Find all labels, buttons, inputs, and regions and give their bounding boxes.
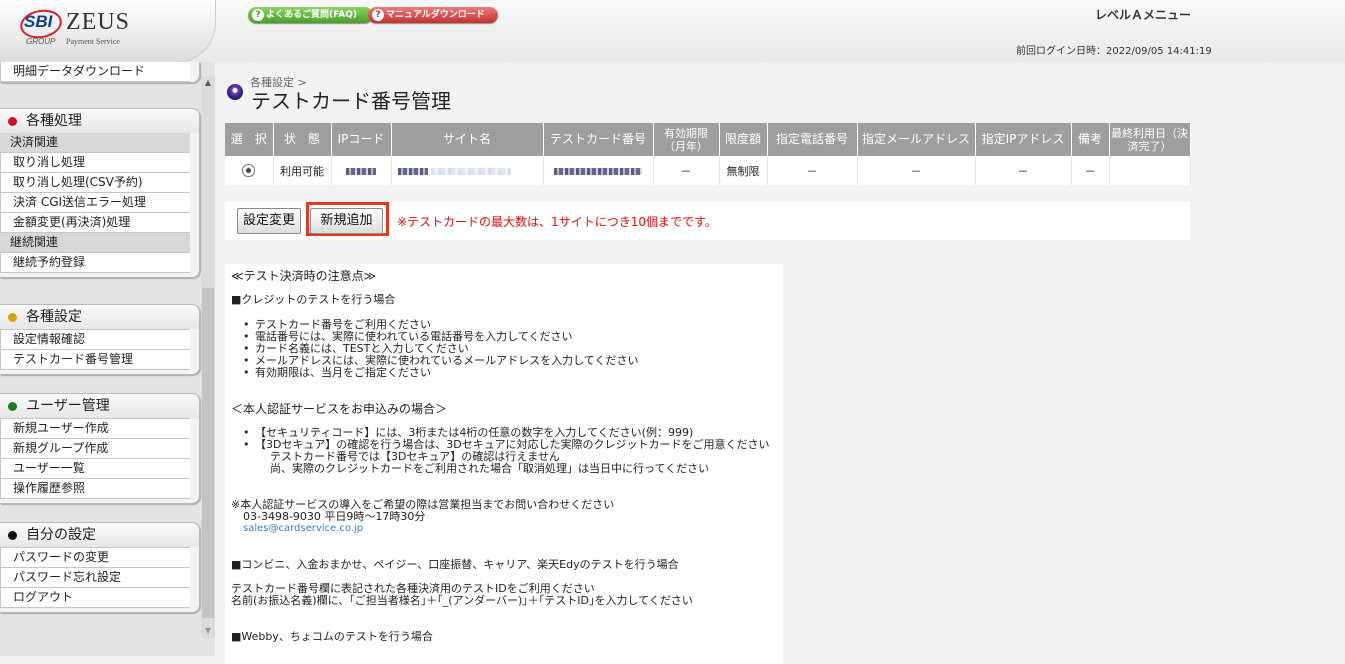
logo[interactable]: SBI ZEUS GROUP Payment Service xyxy=(0,0,216,63)
auth-title: ＜本人認証サービスをお申込みの場合＞ xyxy=(231,402,448,416)
question-icon: ? xyxy=(372,9,384,21)
add-new-button[interactable]: 新規追加 xyxy=(310,208,383,234)
contact-email-link[interactable]: sales@cardservice.co.jp xyxy=(243,523,363,535)
sidebar-item-amount-change[interactable]: 金額変更(再決済)処理 xyxy=(0,213,190,233)
col-email: 指定メールアドレス xyxy=(857,123,976,156)
level-menu-label: レベルＡメニュー xyxy=(1095,8,1192,22)
sidebar-item-statement-download[interactable]: 明細データダウンロード xyxy=(0,62,190,82)
cell-ip-code xyxy=(331,156,392,185)
notes-heading: ≪テスト決済時の注意点≫ xyxy=(231,269,377,283)
sidebar-section-title[interactable]: 各種設定 xyxy=(0,305,199,329)
sidebar-item-cancel[interactable]: 取り消し処理 xyxy=(0,153,190,173)
credit-item: 有効期限は、当月をご指定ください xyxy=(243,367,431,380)
sidebar-item-continuous-reservation[interactable]: 継続予約登録 xyxy=(0,253,190,273)
cell-limit: 無制限 xyxy=(719,156,768,185)
col-limit: 限度額 xyxy=(719,123,768,156)
sidebar-section-users: ユーザー管理 新規ユーザー作成 新規グループ作成 ユーザー一覧 操作履歴参照 xyxy=(0,393,200,504)
redacted-ip-code xyxy=(346,167,376,175)
sidebar-subheading-payment: 決済関連 xyxy=(0,133,190,153)
action-bar: 設定変更 新規追加 ※テストカードの最大数は、1サイトにつき10個までです。 xyxy=(225,202,1190,240)
sidebar-item-new-group[interactable]: 新規グループ作成 xyxy=(0,439,190,459)
test-card-table: 選 択 状 態 IPコード サイト名 テストカード番号 有効期限（月年） 限度額… xyxy=(225,123,1191,185)
cell-site-name xyxy=(391,156,544,185)
sidebar-section-settings: 各種設定 設定情報確認 テストカード番号管理 xyxy=(0,304,200,375)
sidebar-item-test-card[interactable]: テストカード番号管理 xyxy=(0,350,190,370)
logo-group-text: GROUP xyxy=(26,37,56,46)
sidebar-item-new-user[interactable]: 新規ユーザー作成 xyxy=(0,418,190,439)
sidebar-item-user-list[interactable]: ユーザー一覧 xyxy=(0,459,190,479)
header-bar: SBI ZEUS GROUP Payment Service ? よくあるご質問(… xyxy=(0,0,1345,63)
sidebar-section-title[interactable]: 自分の設定 xyxy=(0,523,199,547)
sidebar-item-history[interactable]: 操作履歴参照 xyxy=(0,479,190,499)
col-note: 備考 xyxy=(1071,123,1110,156)
faq-button[interactable]: ? よくあるご質問(FAQ) xyxy=(248,7,373,23)
cell-phone: － xyxy=(767,156,858,185)
sidebar-item-cgi-error[interactable]: 決済 CGI送信エラー処理 xyxy=(0,193,190,213)
cell-select xyxy=(225,156,274,185)
sidebar: ▲ ▼ 明細データダウンロード 各種処理 決済関連 取り消し処理 取り消し処理(… xyxy=(0,62,215,656)
scroll-down-arrow-icon[interactable]: ▼ xyxy=(201,624,215,638)
col-last-used: 最終利用日（決済完了） xyxy=(1109,123,1191,156)
cell-card-number xyxy=(543,156,654,185)
sidebar-section-title[interactable]: 各種処理 xyxy=(0,109,199,133)
setting-change-button[interactable]: 設定変更 xyxy=(237,208,301,234)
max-card-note: ※テストカードの最大数は、1サイトにつき10個までです。 xyxy=(397,215,717,229)
webby-title: ■Webby、ちょコムのテストを行う場合 xyxy=(231,630,433,643)
sidebar-download-box: 明細データダウンロード xyxy=(0,62,200,83)
col-site-name: サイト名 xyxy=(391,123,544,156)
cell-last-used xyxy=(1109,156,1191,185)
sidebar-item-change-password[interactable]: パスワードの変更 xyxy=(0,547,190,568)
sidebar-section-self: 自分の設定 パスワードの変更 パスワード忘れ設定 ログアウト xyxy=(0,522,200,613)
credit-title: ■クレジットのテストを行う場合 xyxy=(231,293,396,306)
scroll-up-arrow-icon[interactable]: ▲ xyxy=(201,76,215,90)
sidebar-item-settings-info[interactable]: 設定情報確認 xyxy=(0,329,190,350)
page-title: テストカード番号管理 xyxy=(251,89,451,113)
main-content: 各種設定 > テストカード番号管理 選 択 状 態 IPコード サイト名 テスト… xyxy=(215,62,1345,664)
col-expiry: 有効期限（月年） xyxy=(653,123,720,156)
select-radio[interactable] xyxy=(242,164,256,178)
sidebar-section-processing: 各種処理 決済関連 取り消し処理 取り消し処理(CSV予約) 決済 CGI送信エ… xyxy=(0,108,200,278)
redacted-card-number xyxy=(554,167,642,175)
sidebar-item-forgot-password[interactable]: パスワード忘れ設定 xyxy=(0,568,190,588)
cell-email: － xyxy=(857,156,976,185)
sidebar-scrollbar-thumb[interactable] xyxy=(202,288,214,618)
col-ip-code: IPコード xyxy=(331,123,392,156)
title-bullet-icon xyxy=(227,84,243,100)
yellow-bullet-icon xyxy=(8,313,17,322)
black-bullet-icon xyxy=(8,531,17,540)
col-ip-address: 指定IPアドレス xyxy=(975,123,1072,156)
cell-note: － xyxy=(1071,156,1110,185)
faq-label: よくあるご質問(FAQ) xyxy=(266,10,357,20)
test-notes-panel: ≪テスト決済時の注意点≫ ■クレジットのテストを行う場合 テストカード番号をご利… xyxy=(225,264,783,664)
col-card-number: テストカード番号 xyxy=(543,123,654,156)
question-icon: ? xyxy=(252,9,264,21)
manual-label: マニュアルダウンロード xyxy=(386,10,485,20)
sidebar-subheading-continuous: 継続関連 xyxy=(0,233,190,253)
sidebar-item-cancel-csv[interactable]: 取り消し処理(CSV予約) xyxy=(0,173,190,193)
table-row: 利用可能 － 無制限 － － － － xyxy=(225,156,1191,185)
table-header-row: 選 択 状 態 IPコード サイト名 テストカード番号 有効期限（月年） 限度額… xyxy=(225,123,1191,156)
logo-zeus-text: ZEUS xyxy=(66,9,130,35)
manual-download-button[interactable]: ? マニュアルダウンロード xyxy=(368,7,498,23)
sidebar-section-title[interactable]: ユーザー管理 xyxy=(0,394,199,418)
conv-line: 名前(お振込名義)欄に、｢ご担当者様名｣＋｢_(アンダーバー)｣＋｢テストID｣… xyxy=(231,594,693,607)
last-login-text: 前回ログイン日時：2022/09/05 14:41:19 xyxy=(1016,46,1212,57)
auth-extra: 尚、実際のクレジットカードをご利用された場合「取消処理」は当日中に行ってください xyxy=(270,462,710,475)
logo-payment-text: Payment Service xyxy=(66,37,120,46)
sidebar-item-logout[interactable]: ログアウト xyxy=(0,588,190,608)
cell-expiry: － xyxy=(653,156,720,185)
green-bullet-icon xyxy=(8,402,17,411)
col-select: 選 択 xyxy=(225,123,274,156)
cell-status: 利用可能 xyxy=(273,156,332,185)
conv-title: ■コンビニ、入金おまかせ、ペイジー、口座振替、キャリア、楽天Edyのテストを行う… xyxy=(231,558,679,571)
red-bullet-icon xyxy=(8,117,17,126)
contact-phone: 03-3498-9030 平日9時～17時30分 xyxy=(243,510,426,523)
logo-sbi-text: SBI xyxy=(24,12,53,31)
col-phone: 指定電話番号 xyxy=(767,123,858,156)
cell-ip-address: － xyxy=(975,156,1072,185)
redacted-site-name xyxy=(397,167,428,175)
redacted-site-name-rest xyxy=(431,167,511,175)
col-status: 状 態 xyxy=(273,123,332,156)
